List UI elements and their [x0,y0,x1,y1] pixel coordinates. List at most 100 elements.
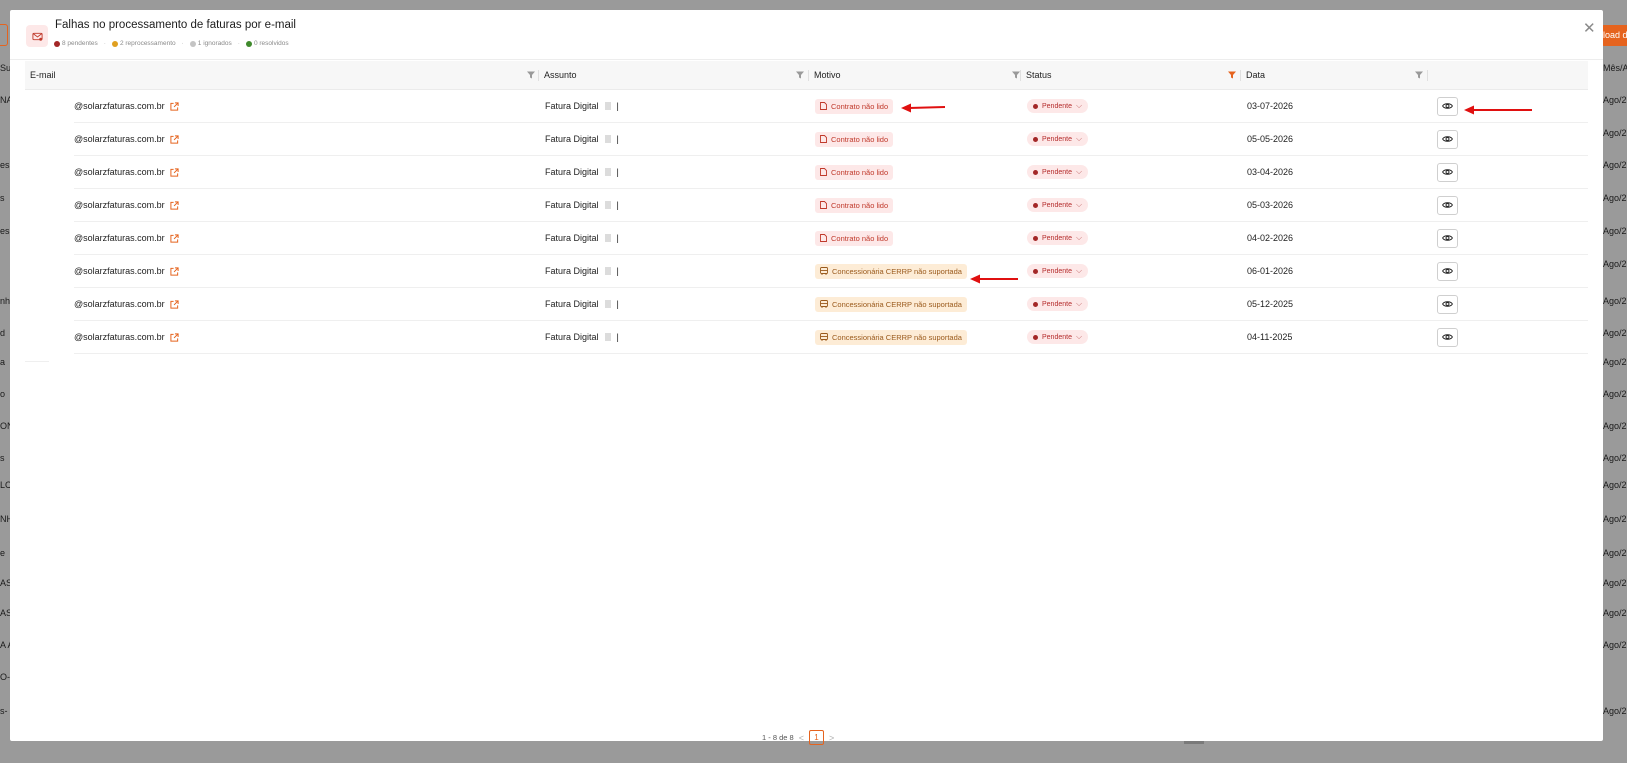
table-body: @solarzfaturas.com.br Fatura Digital | Cont… [25,90,1588,354]
chevron-down-icon: ⌵ [1075,101,1083,110]
view-button[interactable] [1437,327,1458,347]
table-row: @solarzfaturas.com.br Fatura Digital | Cont… [74,123,1588,156]
view-button[interactable] [1437,228,1458,248]
status-select[interactable]: Pendente ⌵ [1027,99,1089,113]
filter-icon[interactable] [527,71,535,79]
status-dot-icon [1033,169,1038,175]
background-text: s [0,453,5,463]
background-month-value: Ago/2 [1603,640,1627,650]
table-row: @solarzfaturas.com.br Fatura Digital | Conc… [74,321,1588,354]
status-select[interactable]: Pendente ⌵ [1027,330,1089,344]
reason-text: Contrato não lido [831,134,889,144]
column-header-email[interactable]: E-mail [30,61,56,90]
prev-page-button[interactable]: < [799,733,804,743]
column-header-data[interactable]: Data [1246,61,1265,90]
external-link-icon[interactable] [170,332,179,342]
status-cell: Pendente ⌵ [1027,255,1089,287]
failures-table: E-mail Assunto Motivo Status Data @solarzfat… [25,61,1588,354]
status-dot-icon [1033,334,1038,340]
background-month-value: Ago/2 [1603,480,1627,490]
view-button[interactable] [1437,261,1458,281]
view-button[interactable] [1437,129,1458,149]
status-select[interactable]: Pendente ⌵ [1027,264,1089,278]
summary-count-item: 2 reprocessamento [111,40,176,47]
date-cell: 05-05-2026 [1247,123,1293,155]
reason-tag: Contrato não lido [815,98,894,114]
reason-cell: Contrato não lido [815,222,894,254]
subject-cell: Fatura Digital | [545,189,619,221]
subject-cell: Fatura Digital | [545,288,619,320]
background-text: a [0,357,6,367]
column-header-motivo[interactable]: Motivo [814,61,841,90]
subject-suffix: | [616,101,619,111]
email-address: @solarzfaturas.com.br [74,101,165,111]
background-month-value: Ago/2 [1603,226,1627,236]
annotation-arrow-reason [901,103,946,113]
actions-cell [1437,90,1458,122]
external-link-icon[interactable] [170,266,179,276]
eye-icon [1442,103,1453,109]
reason-cell: Contrato não lido [815,189,894,221]
filter-icon[interactable] [1228,71,1236,79]
status-text: Pendente [1042,201,1072,209]
external-link-icon[interactable] [170,200,179,210]
status-text: Pendente [1042,300,1072,308]
external-link-icon[interactable] [170,101,179,111]
view-button[interactable] [1437,162,1458,182]
external-link-icon[interactable] [170,134,179,144]
status-cell: Pendente ⌵ [1027,123,1089,155]
subject-cell: Fatura Digital | [545,156,619,188]
reason-text: Contrato não lido [831,167,889,177]
view-button[interactable] [1437,195,1458,215]
pagination-range: 1 - 8 de 8 [762,733,794,742]
subject-suffix: | [616,299,619,309]
view-button[interactable] [1437,294,1458,314]
status-select[interactable]: Pendente ⌵ [1027,198,1089,212]
actions-cell [1437,189,1458,221]
summary-separator: · [237,40,240,47]
external-link-icon[interactable] [170,167,179,177]
column-divider [808,70,809,81]
email-address: @solarzfaturas.com.br [74,266,165,276]
date-text: 03-04-2026 [1247,167,1294,177]
subject-suffix: | [616,134,619,144]
email-cell: @solarzfaturas.com.br [74,255,179,287]
next-page-button[interactable]: > [829,733,834,743]
eye-icon [1442,268,1453,274]
column-divider [1427,70,1428,81]
email-cell: @solarzfaturas.com.br [74,90,179,122]
status-select[interactable]: Pendente ⌵ [1027,165,1089,179]
reason-text: Concessionária CERRP não suportada [832,266,962,276]
background-scroll-handle [1184,741,1204,744]
filter-icon[interactable] [1415,71,1423,79]
date-text: 05-05-2026 [1247,134,1294,144]
subject-cell: Fatura Digital | [545,321,619,353]
column-divider [1240,70,1241,81]
status-text: Pendente [1042,234,1072,242]
subject-suffix: | [616,332,619,342]
close-icon[interactable]: ✕ [1583,19,1596,37]
date-cell: 06-01-2026 [1247,255,1293,287]
chevron-down-icon: ⌵ [1075,332,1083,341]
column-header-status[interactable]: Status [1026,61,1052,90]
status-select[interactable]: Pendente ⌵ [1027,297,1089,311]
status-dot-icon [1033,235,1038,241]
redacted-block [604,267,611,275]
filter-icon[interactable] [1012,71,1020,79]
view-button[interactable] [1437,96,1458,116]
background-month-value: Ago/2 [1603,259,1627,269]
pagination: 1 - 8 de 8 < 1 > [762,730,839,745]
column-header-assunto[interactable]: Assunto [544,61,577,90]
subject-text: Fatura Digital [545,200,599,210]
external-link-icon[interactable] [170,299,179,309]
document-icon [820,135,831,143]
filter-icon[interactable] [796,71,804,79]
status-select[interactable]: Pendente ⌵ [1027,231,1089,245]
external-link-icon[interactable] [170,233,179,243]
page-1-button[interactable]: 1 [808,730,824,745]
reason-cell: Contrato não lido [815,156,894,188]
background-month-value: Ago/2 [1603,578,1627,588]
reason-text: Concessionária CERRP não suportada [832,299,962,309]
status-select[interactable]: Pendente ⌵ [1027,132,1089,146]
background-month-value: Ago/2 [1603,548,1627,558]
